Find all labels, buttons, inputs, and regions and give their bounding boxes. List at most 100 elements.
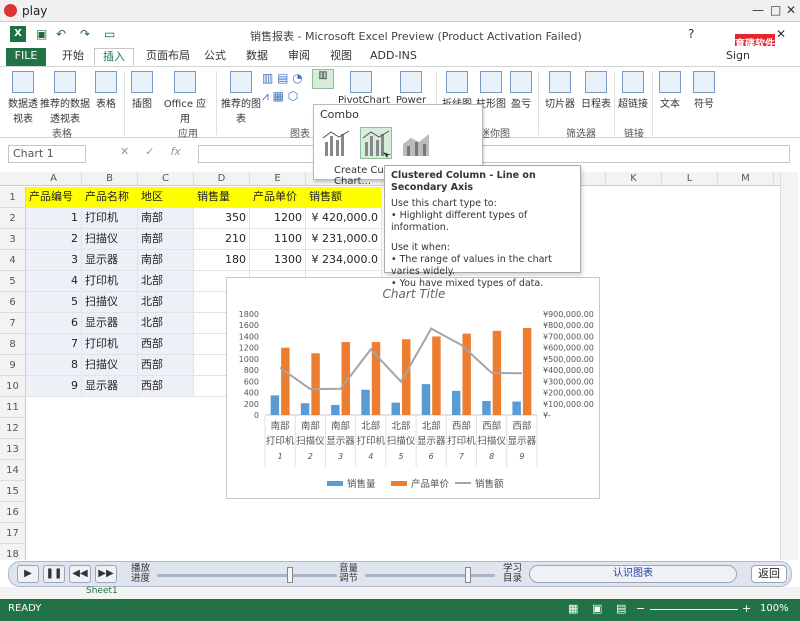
table-cell[interactable]: 北部	[138, 313, 194, 334]
redo-icon[interactable]: ↷	[80, 27, 90, 41]
row-header[interactable]: 5	[0, 271, 26, 292]
table-cell[interactable]: 6	[26, 313, 82, 334]
table-cell[interactable]: 西部	[138, 355, 194, 376]
chart-type-icons[interactable]: ▥ ▤ ◔ ⩘ ▦ ⬡	[262, 69, 312, 105]
volume-track[interactable]	[365, 574, 495, 577]
formula-input[interactable]	[198, 145, 790, 163]
row-header[interactable]: 1	[0, 187, 26, 208]
open-folder-icon[interactable]: ▭	[104, 27, 115, 41]
table-cell[interactable]: 扫描仪	[82, 292, 138, 313]
table-cell[interactable]: 2	[26, 229, 82, 250]
sign-in-link[interactable]: Sign	[718, 48, 758, 66]
table-cell[interactable]: 350	[194, 208, 250, 229]
row-header[interactable]: 14	[0, 460, 26, 481]
hyperlink-button[interactable]: 超链接	[618, 71, 648, 110]
tab-formulas[interactable]: 公式	[196, 48, 234, 66]
column-header[interactable]: M	[718, 172, 774, 186]
close-icon[interactable]: ✕	[786, 3, 796, 17]
tab-home[interactable]: 开始	[54, 48, 92, 66]
column-header[interactable]: E	[250, 172, 306, 186]
table-cell[interactable]: ¥ 420,000.0	[306, 208, 382, 229]
table-cell[interactable]: 显示器	[82, 250, 138, 271]
table-cell[interactable]: ¥ 234,000.0	[306, 250, 382, 271]
minimize-icon[interactable]: —	[752, 3, 764, 17]
table-cell[interactable]: 北部	[138, 292, 194, 313]
row-header[interactable]: 6	[0, 292, 26, 313]
maximize-icon[interactable]: □	[770, 3, 781, 17]
table-header-cell[interactable]: 产品名称	[82, 187, 138, 208]
table-cell[interactable]: 打印机	[82, 208, 138, 229]
row-header[interactable]: 2	[0, 208, 26, 229]
table-cell[interactable]: ¥ 231,000.0	[306, 229, 382, 250]
table-header-cell[interactable]: 产品编号	[26, 187, 82, 208]
play-icon[interactable]: ▶	[17, 565, 39, 583]
row-header[interactable]: 3	[0, 229, 26, 250]
table-cell[interactable]: 显示器	[82, 376, 138, 397]
normal-view-icon[interactable]: ▦	[568, 602, 578, 615]
stacked-area-column-option[interactable]	[400, 127, 432, 159]
combo-chart-button[interactable]: ▥	[312, 69, 334, 89]
sparkline-winloss-button[interactable]: 盈亏	[508, 71, 534, 110]
table-cell[interactable]: 扫描仪	[82, 355, 138, 376]
forward-icon[interactable]: ▶▶	[95, 565, 117, 583]
name-box[interactable]: Chart 1	[8, 145, 86, 163]
volume-thumb[interactable]	[465, 567, 471, 583]
vertical-scrollbar[interactable]	[780, 172, 798, 560]
table-header-cell[interactable]: 销售额	[306, 187, 382, 208]
formula-buttons[interactable]: ✕ ✓ fx	[110, 145, 195, 163]
row-header[interactable]: 7	[0, 313, 26, 334]
table-header-cell[interactable]: 销售量	[194, 187, 250, 208]
undo-icon[interactable]: ↶	[56, 27, 66, 41]
table-cell[interactable]: 3	[26, 250, 82, 271]
help-button[interactable]: ?	[688, 27, 694, 41]
tab-add-ins[interactable]: ADD-INS	[362, 48, 425, 66]
symbol-button[interactable]: 符号	[690, 71, 718, 110]
pivot-chart-button[interactable]: PivotChart	[338, 71, 390, 106]
recommended-pivot-button[interactable]: 推荐的数据透视表	[40, 71, 90, 125]
pause-icon[interactable]: ❚❚	[43, 565, 65, 583]
table-cell[interactable]: 南部	[138, 208, 194, 229]
table-cell[interactable]: 南部	[138, 229, 194, 250]
slicer-button[interactable]: 切片器	[542, 71, 578, 110]
table-cell[interactable]: 打印机	[82, 334, 138, 355]
save-icon[interactable]: ▣	[36, 27, 47, 41]
table-cell[interactable]: 1200	[250, 208, 306, 229]
tab-file[interactable]: FILE	[6, 48, 46, 66]
row-header[interactable]: 11	[0, 397, 26, 418]
zoom-out-icon[interactable]: −	[636, 602, 645, 615]
back-button[interactable]: 返回	[751, 565, 787, 583]
table-cell[interactable]: 打印机	[82, 271, 138, 292]
lesson-selector[interactable]: 认识图表	[529, 565, 737, 583]
page-break-view-icon[interactable]: ▤	[616, 602, 626, 615]
clustered-column-line-secondary-option[interactable]	[360, 127, 392, 159]
row-header[interactable]: 16	[0, 502, 26, 523]
column-header[interactable]: B	[82, 172, 138, 186]
timeline-button[interactable]: 日程表	[578, 71, 614, 110]
recommended-charts-button[interactable]: 推荐的图表	[220, 71, 262, 125]
zoom-in-icon[interactable]: +	[742, 602, 751, 615]
row-header[interactable]: 8	[0, 334, 26, 355]
column-header[interactable]: D	[194, 172, 250, 186]
row-header[interactable]: 15	[0, 481, 26, 502]
rewind-icon[interactable]: ◀◀	[69, 565, 91, 583]
table-cell[interactable]: 210	[194, 229, 250, 250]
table-cell[interactable]: 西部	[138, 334, 194, 355]
row-header[interactable]: 10	[0, 376, 26, 397]
table-cell[interactable]: 8	[26, 355, 82, 376]
tab-data[interactable]: 数据	[238, 48, 276, 66]
column-header[interactable]: C	[138, 172, 194, 186]
office-apps-button[interactable]: Office 应用	[160, 71, 210, 125]
text-button[interactable]: 文本	[656, 71, 684, 110]
progress-track[interactable]	[157, 574, 337, 577]
table-cell[interactable]: 1	[26, 208, 82, 229]
column-header[interactable]: K	[606, 172, 662, 186]
pivot-table-button[interactable]: 数据透视表	[6, 71, 40, 125]
table-cell[interactable]: 1100	[250, 229, 306, 250]
tab-view[interactable]: 视图	[322, 48, 360, 66]
illustrations-button[interactable]: 插图	[128, 71, 156, 110]
clustered-column-line-option[interactable]	[320, 127, 352, 159]
row-header[interactable]: 13	[0, 439, 26, 460]
zoom-slider[interactable]	[650, 609, 738, 610]
row-header[interactable]: 9	[0, 355, 26, 376]
table-cell[interactable]: 4	[26, 271, 82, 292]
